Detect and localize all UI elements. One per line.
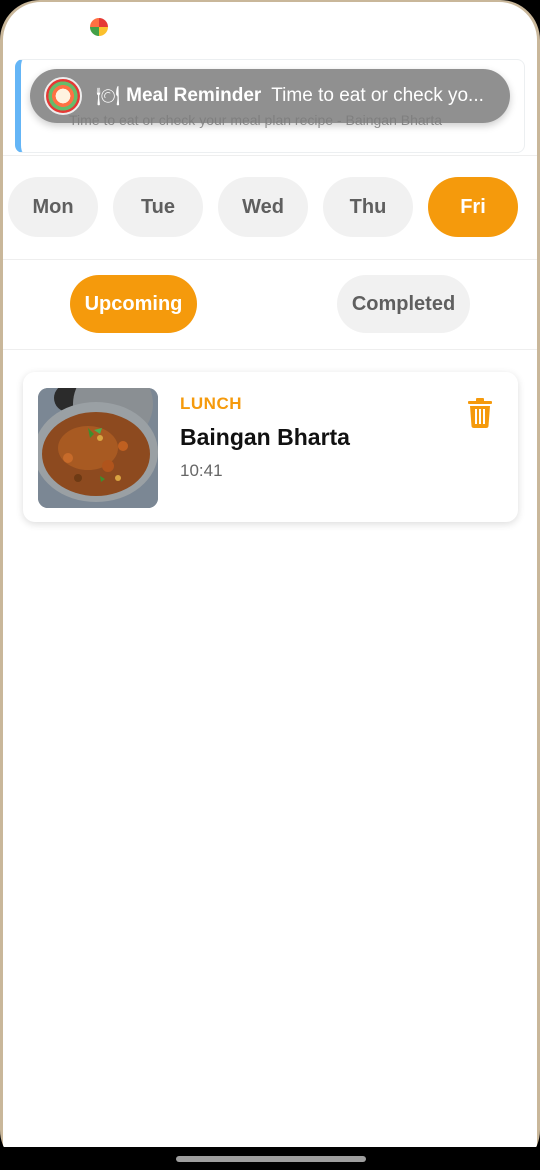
divider xyxy=(3,259,537,260)
day-thu[interactable]: Thu xyxy=(323,177,413,237)
phone-frame: Time to eat or check your meal plan reci… xyxy=(0,0,540,1170)
divider xyxy=(3,349,537,350)
notification-text: Time to eat or check yo... xyxy=(271,85,484,106)
dish-image-icon xyxy=(38,388,158,508)
meal-name: Baingan Bharta xyxy=(180,424,350,450)
meal-type-label: LUNCH xyxy=(180,394,242,413)
meal-time: 10:41 xyxy=(180,461,223,480)
trash-icon xyxy=(468,398,492,428)
notification-title: Meal Reminder xyxy=(126,85,262,106)
day-tue[interactable]: Tue xyxy=(113,177,203,237)
delete-button[interactable] xyxy=(467,398,493,428)
tab-completed[interactable]: Completed xyxy=(337,275,470,333)
plate-icon: 🍽 xyxy=(96,86,121,107)
home-indicator[interactable] xyxy=(176,1156,366,1162)
day-selector: Mon Tue Wed Thu Fri xyxy=(8,177,537,237)
day-fri[interactable]: Fri xyxy=(428,177,518,237)
notification-banner[interactable]: 🍽 Meal Reminder Time to eat or check yo.… xyxy=(30,69,510,123)
divider xyxy=(3,155,537,156)
meal-card[interactable]: LUNCH Baingan Bharta 10:41 xyxy=(23,372,518,522)
app-screen: Time to eat or check your meal plan reci… xyxy=(3,2,537,1147)
meal-image xyxy=(38,388,158,508)
tab-upcoming[interactable]: Upcoming xyxy=(70,275,197,333)
app-avatar-icon xyxy=(44,77,82,115)
status-bar xyxy=(3,2,537,54)
day-wed[interactable]: Wed xyxy=(218,177,308,237)
day-mon[interactable]: Mon xyxy=(8,177,98,237)
app-logo-icon xyxy=(90,18,108,36)
